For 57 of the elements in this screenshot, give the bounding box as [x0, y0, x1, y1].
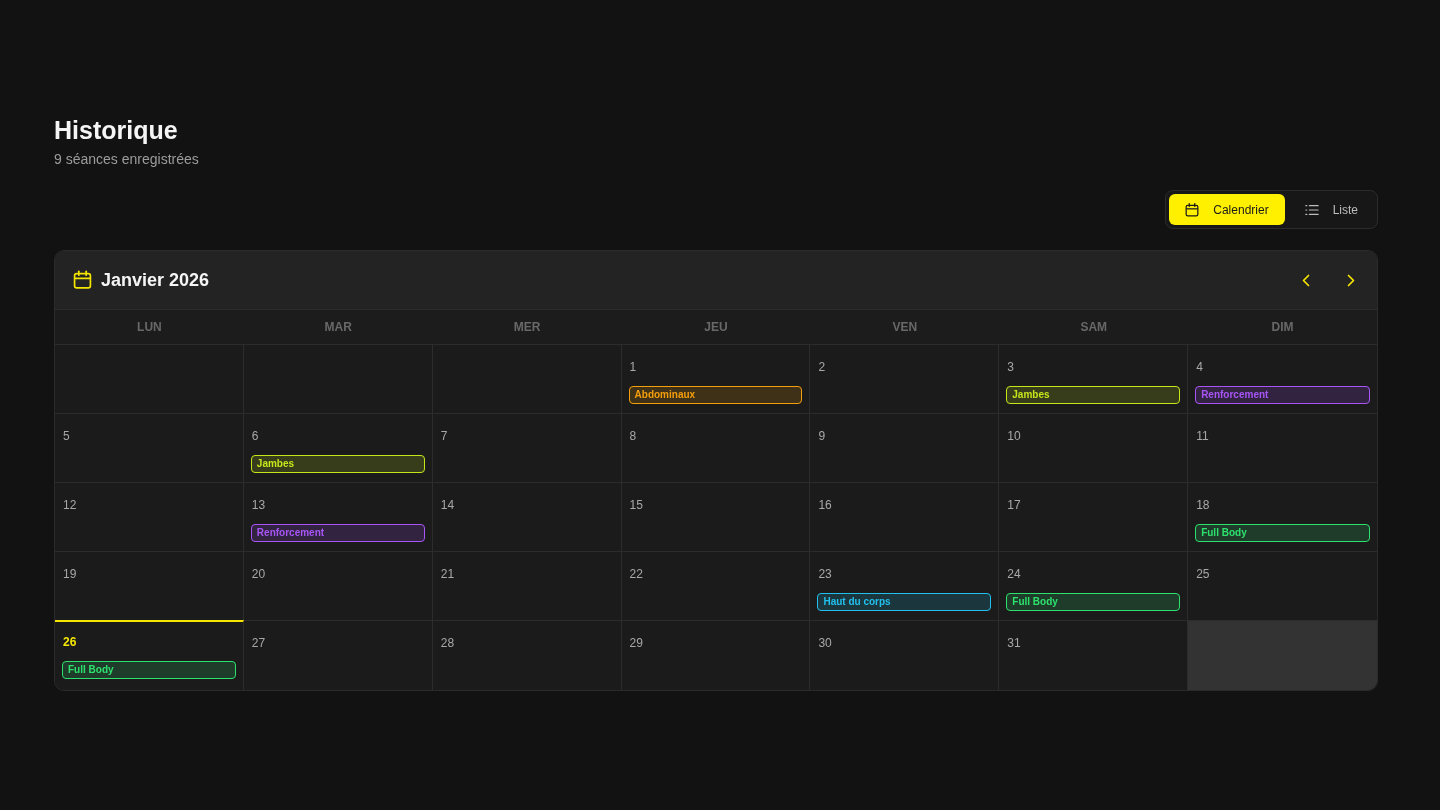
day-number: 30 — [817, 636, 832, 651]
weekday-label: JEU — [704, 319, 728, 336]
day-number: 21 — [439, 567, 455, 582]
session-tag[interactable]: Renforcement — [250, 524, 425, 542]
day-number: 8 — [628, 429, 637, 444]
chevron-left-icon — [1302, 273, 1310, 287]
view-tab[interactable]: Calendrier — [1169, 194, 1285, 225]
weekday-label: VEN — [892, 319, 918, 336]
day-number: 4 — [1195, 360, 1203, 375]
calendar-icon — [73, 270, 92, 290]
day-number: 3 — [1006, 360, 1014, 375]
day-number: 20 — [250, 567, 266, 582]
day-number: 1 — [628, 360, 637, 375]
page-title: Historique — [54, 115, 179, 146]
day-number: 18 — [1195, 498, 1210, 513]
session-tag[interactable]: Full Body — [62, 661, 236, 679]
view-tab[interactable]: Liste — [1286, 194, 1374, 225]
day-number: 23 — [817, 567, 832, 582]
day-number: 25 — [1195, 567, 1210, 582]
day-number: 28 — [439, 636, 455, 651]
list-icon — [1304, 202, 1319, 217]
day-number: 14 — [439, 498, 455, 513]
calendar-icon — [1185, 202, 1200, 217]
day-number: 6 — [250, 429, 259, 444]
day-number: 29 — [628, 636, 643, 651]
day-number: 13 — [250, 498, 266, 513]
day-number: 2 — [817, 360, 826, 375]
session-tag[interactable]: Full Body — [1006, 593, 1181, 611]
weekday-label: MAR — [324, 319, 352, 336]
session-tag[interactable]: Abdominaux — [628, 386, 803, 404]
page-subtitle: 9 séances enregistrées — [54, 150, 200, 168]
session-tag[interactable]: Jambes — [1006, 386, 1181, 404]
day-number: 15 — [628, 498, 643, 513]
day-number: 24 — [1006, 567, 1021, 582]
day-number: 10 — [1006, 429, 1021, 444]
session-tag[interactable]: Full Body — [1195, 524, 1370, 542]
day-number: 31 — [1006, 636, 1021, 651]
weekday-label: DIM — [1271, 319, 1294, 336]
chevron-right-icon — [1347, 273, 1355, 287]
day-number: 11 — [1195, 429, 1209, 444]
day-number: 26 — [62, 635, 77, 650]
day-number: 9 — [817, 429, 826, 444]
weekday-label: LUN — [137, 319, 162, 336]
day-number: 7 — [439, 429, 448, 444]
session-tag[interactable]: Jambes — [250, 455, 425, 473]
weekday-label: SAM — [1080, 319, 1108, 336]
day-number: 5 — [62, 429, 70, 444]
day-number: 22 — [628, 567, 643, 582]
day-number: 16 — [817, 498, 832, 513]
day-number: 12 — [62, 498, 77, 513]
day-number: 17 — [1006, 498, 1021, 513]
session-tag[interactable]: Haut du corps — [817, 593, 992, 611]
month-title: Janvier 2026 — [101, 268, 210, 292]
weekday-label: MER — [513, 319, 541, 336]
day-number: 19 — [62, 567, 77, 582]
session-tag[interactable]: Renforcement — [1195, 386, 1370, 404]
day-number: 27 — [250, 636, 266, 651]
